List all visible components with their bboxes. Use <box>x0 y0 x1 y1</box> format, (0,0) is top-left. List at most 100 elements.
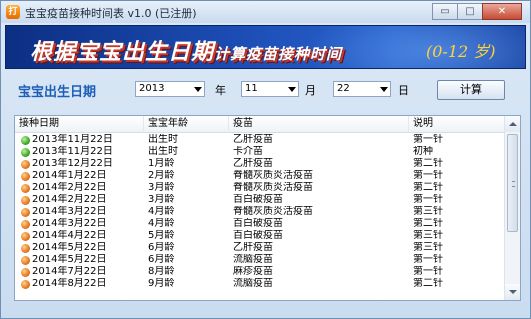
cell-age: 6月龄 <box>148 254 175 265</box>
status-done-icon <box>21 135 30 145</box>
table-row[interactable]: 2014年3月22日 4月龄 脊髓灰质炎活疫苗 第三针 <box>15 206 505 218</box>
table-row[interactable]: 2014年5月22日 6月龄 流脑疫苗 第一针 <box>15 254 505 266</box>
cell-age: 2月龄 <box>148 170 175 181</box>
table-row[interactable]: 2014年7月22日 8月龄 麻疹疫苗 第一针 <box>15 266 505 278</box>
status-pending-icon <box>21 183 30 193</box>
app-icon: 打 <box>6 5 20 19</box>
scrollbar-thumb[interactable] <box>507 134 518 232</box>
cell-note: 初种 <box>413 146 433 157</box>
year-select[interactable]: 2013 <box>135 81 205 97</box>
cell-date: 2013年11月22日 <box>15 134 144 146</box>
cell-note: 第三针 <box>413 242 443 253</box>
table-row[interactable]: 2014年3月22日 4月龄 百白破疫苗 第二针 <box>15 218 505 230</box>
cell-date-text: 2014年2月22日 <box>32 182 107 193</box>
table-row[interactable]: 2013年11月22日 出生时 卡介苗 初种 <box>15 146 505 158</box>
app-window: 打 宝宝疫苗接种时间表 v1.0 (已注册) ▭ □ ✕ 根据宝宝出生日期计算疫… <box>0 0 531 319</box>
calculate-button[interactable]: 计算 <box>437 80 505 100</box>
cell-age: 出生时 <box>148 134 178 145</box>
cell-vaccine: 流脑疫苗 <box>233 278 273 289</box>
chevron-down-icon <box>194 87 202 92</box>
cell-date-text: 2014年3月22日 <box>32 218 107 229</box>
day-select[interactable]: 22 <box>333 81 391 97</box>
year-unit: 年 <box>215 84 226 97</box>
title-bar[interactable]: 打 宝宝疫苗接种时间表 v1.0 (已注册) ▭ □ ✕ <box>1 1 530 23</box>
minimize-button[interactable]: ▭ <box>432 3 458 20</box>
header-banner: 根据宝宝出生日期计算疫苗接种时间 (0-12 岁) <box>5 25 526 69</box>
cell-vaccine: 麻疹疫苗 <box>233 266 273 277</box>
cell-note: 第三针 <box>413 206 443 217</box>
cell-date: 2013年11月22日 <box>15 146 144 158</box>
cell-age: 5月龄 <box>148 230 175 241</box>
scroll-down-arrow-icon[interactable] <box>505 284 520 300</box>
column-header-age[interactable]: 宝宝年龄 <box>144 116 229 133</box>
cell-age: 3月龄 <box>148 194 175 205</box>
cell-vaccine: 百白破疫苗 <box>233 230 283 241</box>
banner-title-main: 根据宝宝出生日期 <box>30 39 215 65</box>
grip-icon <box>512 181 515 187</box>
cell-note: 第二针 <box>413 182 443 193</box>
cell-date-text: 2014年5月22日 <box>32 242 107 253</box>
window-title: 宝宝疫苗接种时间表 v1.0 (已注册) <box>25 7 197 20</box>
status-pending-icon <box>21 195 30 205</box>
table-row[interactable]: 2013年11月22日 出生时 乙肝疫苗 第一针 <box>15 134 505 146</box>
close-button[interactable]: ✕ <box>482 3 522 20</box>
cell-vaccine: 流脑疫苗 <box>233 254 273 265</box>
status-pending-icon <box>21 159 30 169</box>
cell-age: 8月龄 <box>148 266 175 277</box>
cell-date: 2014年3月22日 <box>15 218 144 230</box>
chevron-down-icon <box>380 87 388 92</box>
vaccine-schedule-table[interactable]: 接种日期 宝宝年龄 疫苗 说明 2013年11月22日 出生时 乙肝疫苗 第一针 201… <box>14 115 521 301</box>
cell-date: 2014年1月22日 <box>15 170 144 182</box>
cell-date-text: 2014年1月22日 <box>32 170 107 181</box>
cell-date-text: 2014年7月22日 <box>32 266 107 277</box>
cell-date-text: 2013年11月22日 <box>32 134 113 145</box>
cell-vaccine: 卡介苗 <box>233 146 263 157</box>
day-value: 22 <box>337 83 350 94</box>
cell-age: 9月龄 <box>148 278 175 289</box>
cell-date-text: 2014年2月22日 <box>32 194 107 205</box>
table-row[interactable]: 2014年5月22日 6月龄 乙肝疫苗 第三针 <box>15 242 505 254</box>
chevron-down-icon <box>288 87 296 92</box>
cell-note: 第一针 <box>413 266 443 277</box>
cell-date: 2014年5月22日 <box>15 242 144 254</box>
status-pending-icon <box>21 231 30 241</box>
table-row[interactable]: 2014年2月22日 3月龄 脊髓灰质炎活疫苗 第二针 <box>15 182 505 194</box>
table-row[interactable]: 2014年8月22日 9月龄 流脑疫苗 第二针 <box>15 278 505 290</box>
banner-title-sub: 计算疫苗接种时间 <box>214 45 343 63</box>
cell-vaccine: 乙肝疫苗 <box>233 242 273 253</box>
cell-vaccine: 脊髓灰质炎活疫苗 <box>233 206 313 217</box>
year-value: 2013 <box>139 83 165 94</box>
cell-vaccine: 脊髓灰质炎活疫苗 <box>233 170 313 181</box>
cell-age: 4月龄 <box>148 206 175 217</box>
cell-age: 6月龄 <box>148 242 175 253</box>
month-select[interactable]: 11 <box>241 81 299 97</box>
cell-note: 第二针 <box>413 278 443 289</box>
birth-date-form: 宝宝出生日期 2013 年 11 月 22 日 计算 <box>1 73 530 107</box>
table-row[interactable]: 2014年2月22日 3月龄 百白破疫苗 第一针 <box>15 194 505 206</box>
status-pending-icon <box>21 243 30 253</box>
table-row[interactable]: 2013年12月22日 1月龄 乙肝疫苗 第二针 <box>15 158 505 170</box>
cell-age: 1月龄 <box>148 158 175 169</box>
maximize-button[interactable]: □ <box>457 3 483 20</box>
column-header-note[interactable]: 说明 <box>409 116 505 133</box>
month-value: 11 <box>245 83 258 94</box>
status-pending-icon <box>21 267 30 277</box>
table-row[interactable]: 2014年4月22日 5月龄 百白破疫苗 第三针 <box>15 230 505 242</box>
vertical-scrollbar[interactable] <box>504 116 520 300</box>
cell-note: 第一针 <box>413 134 443 145</box>
column-header-vaccine[interactable]: 疫苗 <box>229 116 409 133</box>
cell-note: 第一针 <box>413 170 443 181</box>
column-header-date[interactable]: 接种日期 <box>15 116 144 133</box>
cell-vaccine: 乙肝疫苗 <box>233 158 273 169</box>
cell-age: 3月龄 <box>148 182 175 193</box>
status-pending-icon <box>21 171 30 181</box>
birth-date-label: 宝宝出生日期 <box>18 85 97 100</box>
cell-date-text: 2014年5月22日 <box>32 254 107 265</box>
cell-note: 第二针 <box>413 218 443 229</box>
cell-date-text: 2013年12月22日 <box>32 158 113 169</box>
scroll-up-arrow-icon[interactable] <box>505 116 520 132</box>
cell-age: 4月龄 <box>148 218 175 229</box>
status-pending-icon <box>21 279 30 289</box>
status-pending-icon <box>21 255 30 265</box>
table-row[interactable]: 2014年1月22日 2月龄 脊髓灰质炎活疫苗 第一针 <box>15 170 505 182</box>
